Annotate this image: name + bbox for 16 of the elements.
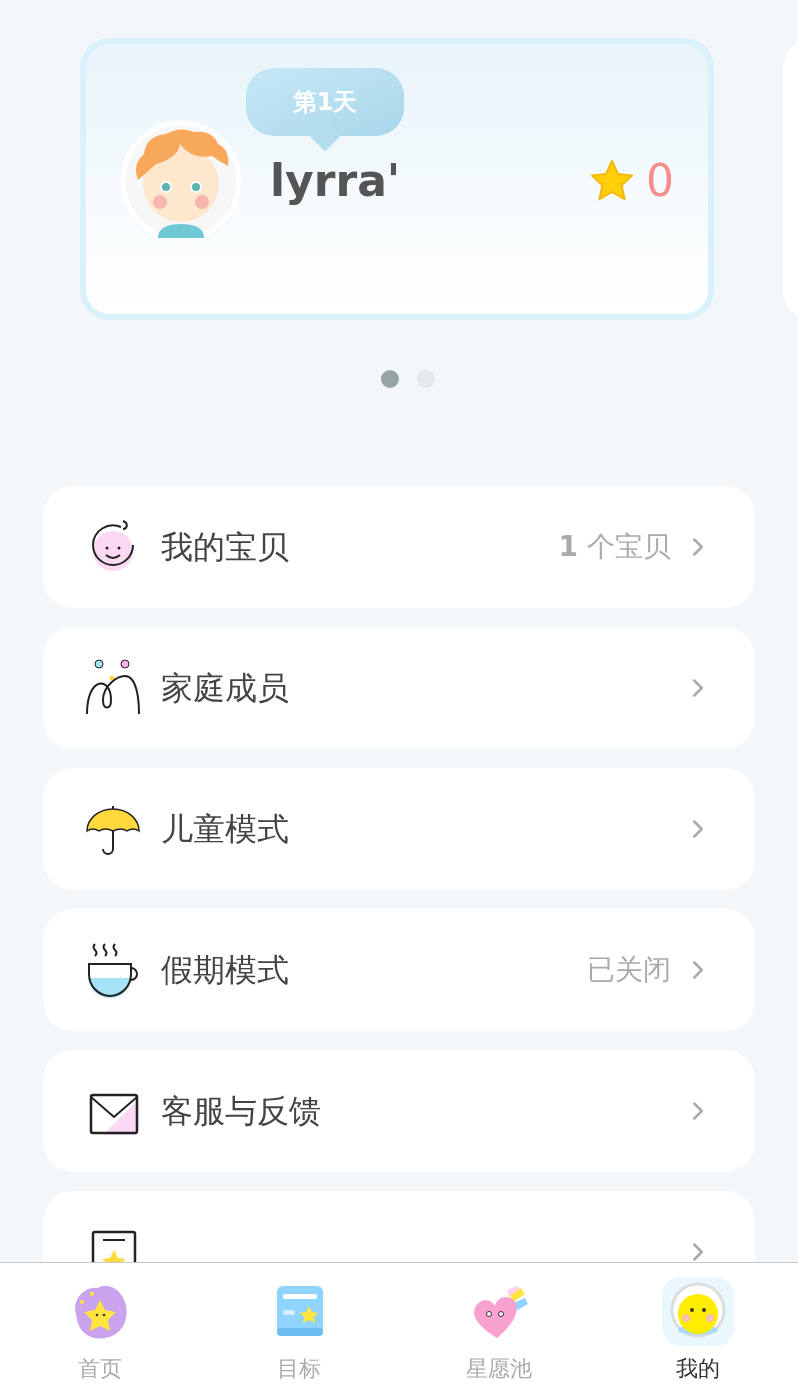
user-name: lyrra'	[270, 154, 401, 208]
menu-label: 我的宝贝	[161, 527, 289, 568]
menu-item[interactable]: 我的宝贝 1 个宝贝	[43, 486, 755, 608]
menu-label: 假期模式	[161, 950, 289, 991]
menu-label: 儿童模式	[161, 809, 289, 850]
menu-item[interactable]: 儿童模式	[43, 768, 755, 890]
profile-card[interactable]: 第1天 lyrra' 0	[80, 38, 714, 320]
menu-label: 家庭成员	[161, 668, 289, 709]
menu-value: 1 个宝贝	[558, 529, 671, 565]
menu-item[interactable]: 客服与反馈	[43, 1050, 755, 1172]
tab[interactable]: 我的	[598, 1263, 798, 1385]
menu-label: 客服与反馈	[161, 1091, 321, 1132]
menu-item[interactable]: 假期模式 已关闭	[43, 909, 755, 1031]
star-count: 0	[646, 154, 674, 208]
menu-item[interactable]: 家庭成员	[43, 627, 755, 749]
menu-value: 已关闭	[587, 952, 671, 988]
